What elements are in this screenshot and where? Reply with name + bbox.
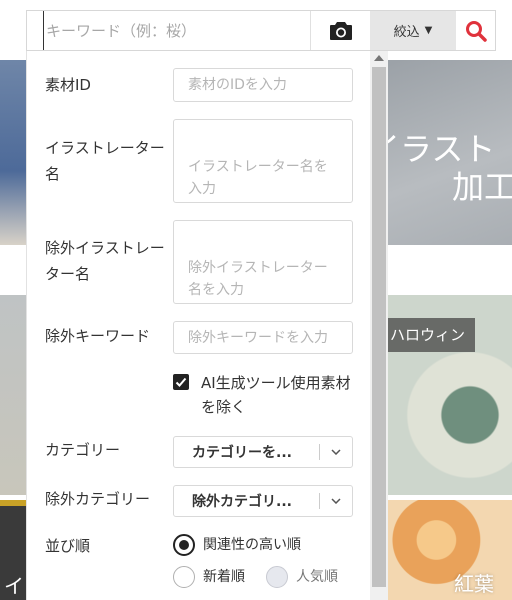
search-input[interactable] bbox=[43, 11, 310, 50]
sort-option-newest-label: 新着順 bbox=[203, 569, 245, 585]
filter-panel: 素材ID イラストレーター名 除外イラストレーター名 除外キーワード AI生成ツ… bbox=[26, 51, 388, 600]
illustrator-label: イラストレーター名 bbox=[45, 139, 165, 183]
search-icon bbox=[465, 20, 487, 42]
category-select-value: カテゴリーを... bbox=[192, 445, 292, 461]
illustrator-input[interactable] bbox=[173, 119, 353, 203]
camera-search-button[interactable] bbox=[310, 11, 370, 50]
exclude-category-label: 除外カテゴリー bbox=[45, 490, 151, 508]
exclude-illustrator-input[interactable] bbox=[173, 220, 353, 304]
thumbnail-caption-left: イ bbox=[4, 574, 24, 598]
tag-halloween[interactable]: ハロウィン bbox=[380, 318, 476, 352]
exclude-keyword-input[interactable] bbox=[173, 321, 353, 354]
thumbnail-caption-autumn-leaves: 紅葉 bbox=[454, 572, 494, 596]
camera-icon bbox=[329, 21, 352, 40]
scroll-up-arrow-icon[interactable] bbox=[374, 55, 384, 61]
sort-radio-popular[interactable] bbox=[266, 566, 288, 588]
sort-option-popular-label: 人気順 bbox=[296, 569, 338, 585]
sort-radio-relevance[interactable] bbox=[173, 534, 195, 556]
banner-text: イラスト 加工 bbox=[368, 130, 512, 206]
category-select[interactable]: カテゴリーを... bbox=[173, 436, 353, 468]
chevron-down-icon bbox=[320, 449, 352, 455]
exclude-category-select[interactable]: 除外カテゴリ... bbox=[173, 485, 353, 517]
filter-button[interactable]: 絞込 ▼ bbox=[370, 11, 456, 50]
exclude-category-select-value: 除外カテゴリ... bbox=[192, 494, 292, 510]
filter-arrow-icon: ▼ bbox=[424, 25, 433, 36]
category-label: カテゴリー bbox=[45, 441, 121, 459]
banner-text-line2: 加工 bbox=[452, 168, 512, 206]
checkmark-icon bbox=[175, 377, 187, 387]
exclude-ai-label: AI生成ツール使用素材を除く bbox=[201, 374, 351, 416]
sort-option-relevance-label: 関連性の高い順 bbox=[203, 537, 301, 553]
material-id-label: 素材ID bbox=[45, 76, 91, 94]
search-bar: 絞込 ▼ bbox=[26, 10, 496, 51]
exclude-ai-checkbox[interactable] bbox=[173, 374, 189, 390]
sort-label: 並び順 bbox=[45, 537, 91, 555]
banner-text-line1: イラスト bbox=[368, 130, 496, 168]
exclude-illustrator-label: 除外イラストレーター名 bbox=[45, 239, 165, 283]
chevron-down-icon bbox=[320, 498, 352, 504]
panel-scrollbar[interactable] bbox=[370, 51, 388, 600]
scrollbar-thumb[interactable] bbox=[372, 67, 386, 587]
filter-label: 絞込 bbox=[393, 25, 420, 40]
material-id-input[interactable] bbox=[173, 68, 353, 102]
search-button[interactable] bbox=[456, 11, 495, 50]
sort-radio-newest[interactable] bbox=[173, 566, 195, 588]
exclude-keyword-label: 除外キーワード bbox=[45, 327, 151, 345]
